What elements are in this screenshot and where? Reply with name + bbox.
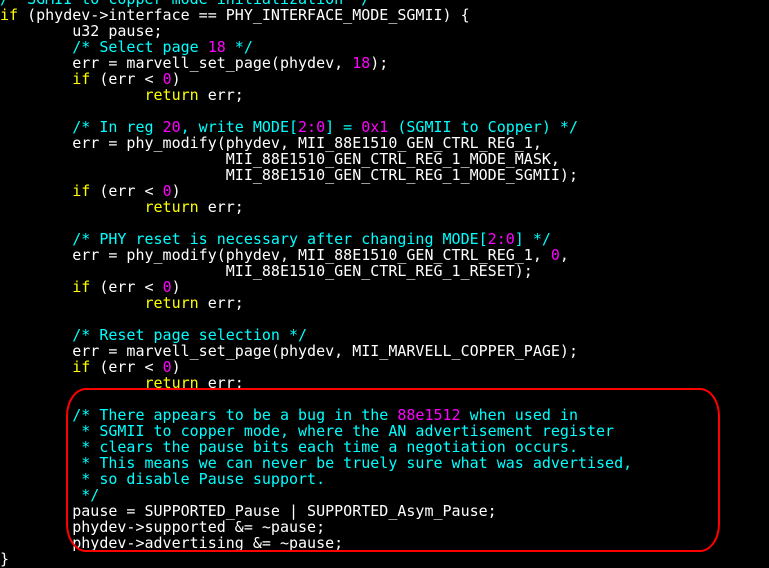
code-line: * SGMII to copper mode, where the AN adv… xyxy=(0,423,769,439)
code-line: err = phy_modify(phydev, MII_88E1510_GEN… xyxy=(0,135,769,151)
code-line: return err; xyxy=(0,199,769,215)
code-line: return err; xyxy=(0,375,769,391)
code-token: err; xyxy=(198,374,244,392)
code-line: /* There appears to be a bug in the 88e1… xyxy=(0,407,769,423)
code-token: } xyxy=(0,550,10,568)
code-line: phydev->advertising &= ~pause; xyxy=(0,535,769,551)
code-line: /* In reg 20, write MODE[2:0] = 0x1 (SGM… xyxy=(0,119,769,135)
code-token: err; xyxy=(198,86,244,104)
code-token: return xyxy=(144,86,199,104)
code-line: if (phydev->interface == PHY_INTERFACE_M… xyxy=(0,7,769,23)
code-line: MII_88E1510_GEN_CTRL_REG_1_MODE_MASK, xyxy=(0,151,769,167)
code-token: err; xyxy=(198,198,244,216)
code-line: phydev->supported &= ~pause; xyxy=(0,519,769,535)
code-token: err; xyxy=(198,294,244,312)
code-line: u32 pause; xyxy=(0,23,769,39)
code-line: return err; xyxy=(0,295,769,311)
code-line: /* Reset page selection */ xyxy=(0,327,769,343)
code-token: 0 xyxy=(550,246,560,264)
code-line: return err; xyxy=(0,87,769,103)
code-line: * so disable Pause support. xyxy=(0,471,769,487)
code-line: err = phy_modify(phydev, MII_88E1510_GEN… xyxy=(0,247,769,263)
code-line: /* Select page 18 */ xyxy=(0,39,769,55)
code-line: MII_88E1510_GEN_CTRL_REG_1_MODE_SGMII); xyxy=(0,167,769,183)
code-line: /* PHY reset is necessary after changing… xyxy=(0,231,769,247)
code-line: } xyxy=(0,551,769,567)
code-editor: /* SGMII to copper mode initialization *… xyxy=(0,0,769,567)
code-token: , xyxy=(559,246,569,264)
code-line: err = marvell_set_page(phydev, MII_MARVE… xyxy=(0,343,769,359)
code-token: ); xyxy=(370,54,389,72)
code-line: if (err < 0) xyxy=(0,71,769,87)
code-line: if (err < 0) xyxy=(0,183,769,199)
code-token: phydev->advertising &= ~pause; xyxy=(0,534,344,552)
code-line: * This means we can never be truely sure… xyxy=(0,455,769,471)
code-token: return xyxy=(144,198,199,216)
code-line: if (err < 0) xyxy=(0,279,769,295)
code-line: */ xyxy=(0,487,769,503)
code-line: err = marvell_set_page(phydev, 18); xyxy=(0,55,769,71)
code-line: * clears the pause bits each time a nego… xyxy=(0,439,769,455)
code-token: return xyxy=(144,374,199,392)
code-token: return xyxy=(144,294,199,312)
code-line: pause = SUPPORTED_Pause | SUPPORTED_Asym… xyxy=(0,503,769,519)
code-line: MII_88E1510_GEN_CTRL_REG_1_RESET); xyxy=(0,263,769,279)
code-line: if (err < 0) xyxy=(0,359,769,375)
code-token: 18 xyxy=(352,54,371,72)
